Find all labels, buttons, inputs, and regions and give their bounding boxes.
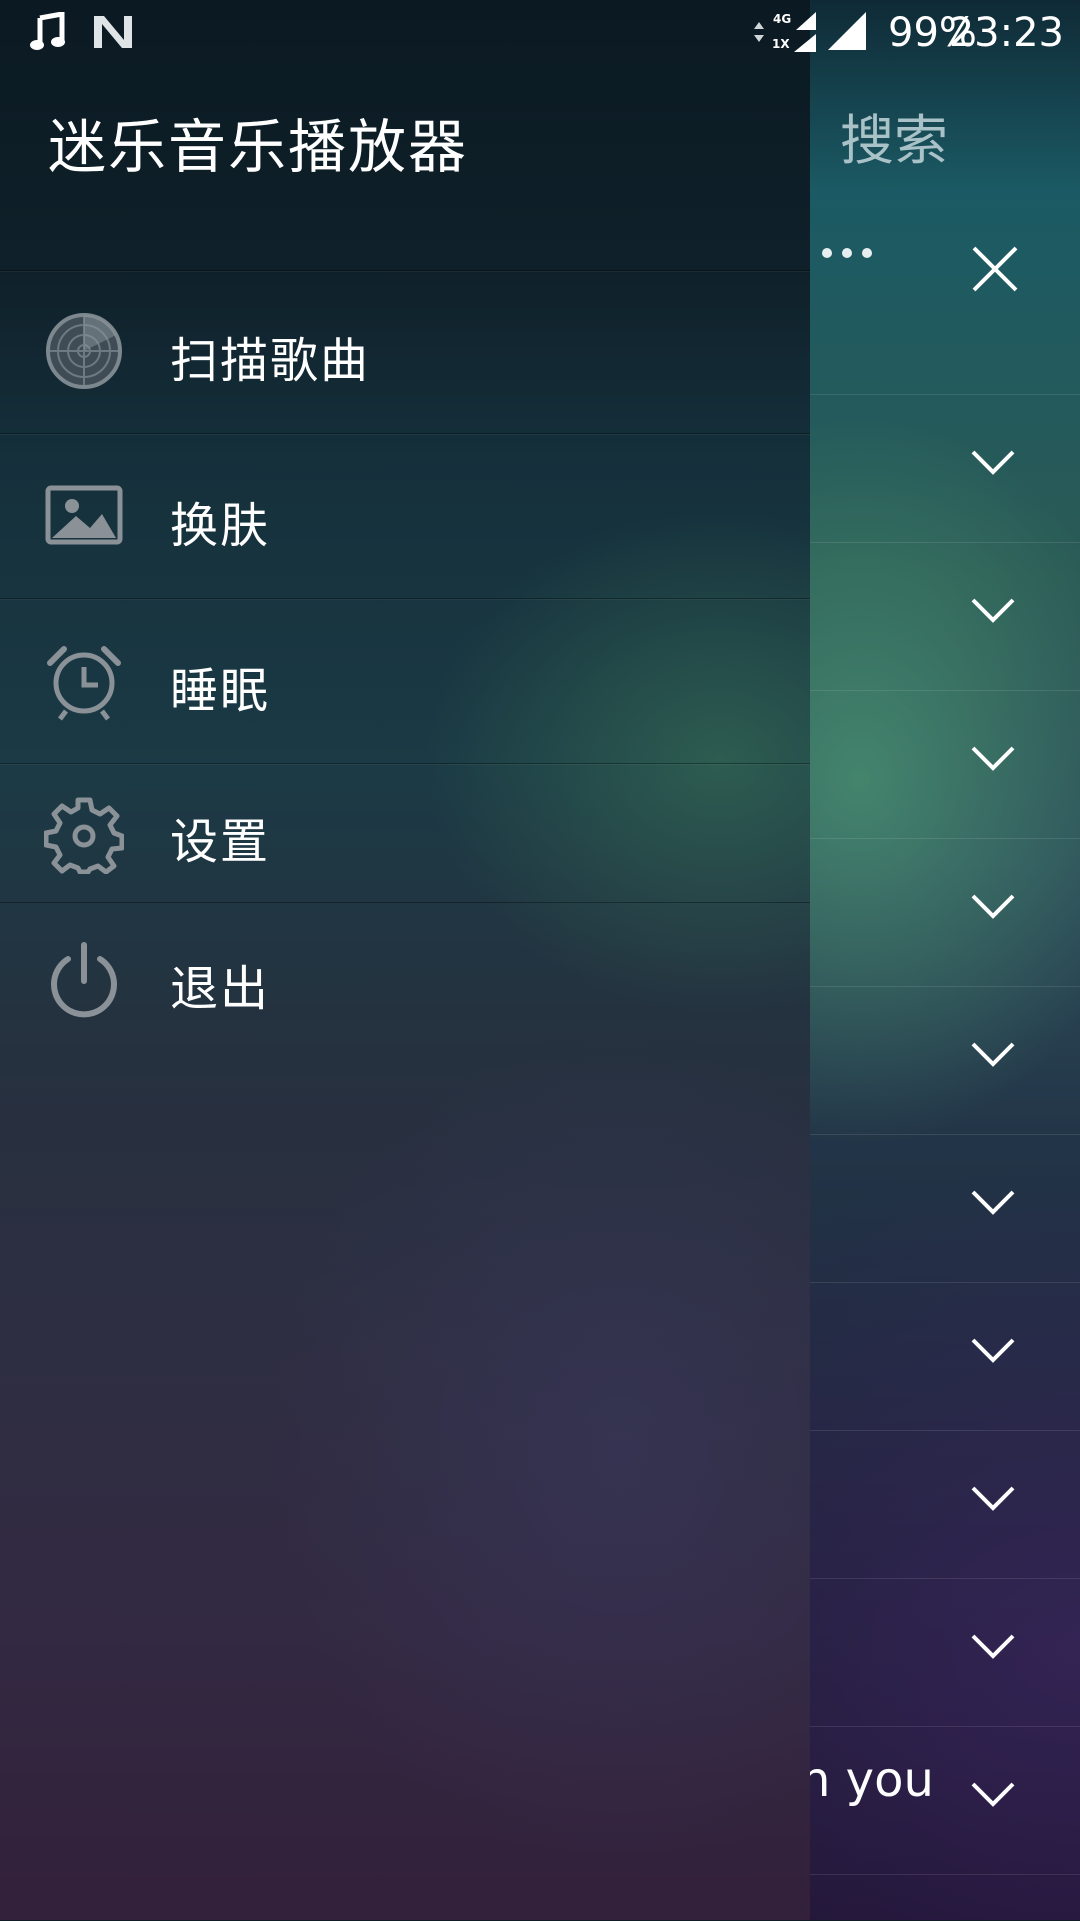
chevron-down-icon[interactable] [970, 1781, 1016, 1807]
chevron-down-icon[interactable] [970, 1041, 1016, 1067]
drawer-menu: 扫描歌曲 换肤 睡眠 设置 退出 [0, 270, 810, 1063]
chevron-down-icon[interactable] [970, 449, 1016, 475]
menu-item-label: 扫描歌曲 [170, 333, 371, 389]
chevron-down-icon[interactable] [970, 597, 1016, 623]
network-type: 4G [773, 12, 792, 26]
song-row[interactable] [810, 986, 1080, 1135]
menu-item-exit[interactable]: 退出 [0, 902, 810, 1063]
power-icon [51, 942, 117, 1018]
song-row[interactable] [810, 542, 1080, 691]
n-logo-icon [94, 16, 132, 48]
song-row[interactable] [810, 1578, 1080, 1727]
song-title-partial: n you [800, 1752, 934, 1808]
song-row[interactable] [810, 690, 1080, 839]
clock: 23:23 [948, 10, 1064, 56]
song-row[interactable] [810, 1430, 1080, 1579]
search-label[interactable]: 搜索 [840, 96, 948, 175]
radar-scan-icon [46, 313, 122, 389]
music-icon [30, 12, 65, 50]
menu-item-label: 睡眠 [170, 663, 271, 719]
status-bar: 4G 1X 99% 23:23 [0, 0, 1080, 64]
signal-icon [794, 12, 816, 52]
chevron-down-icon[interactable] [970, 1633, 1016, 1659]
image-icon [45, 485, 123, 545]
close-icon[interactable] [970, 244, 1020, 294]
menu-item-scan[interactable]: 扫描歌曲 [0, 270, 810, 433]
chevron-down-icon[interactable] [970, 1485, 1016, 1511]
signal-icon [828, 12, 866, 50]
data-arrows-icon [754, 22, 764, 42]
chevron-down-icon[interactable] [970, 893, 1016, 919]
song-row[interactable] [810, 1134, 1080, 1283]
song-row[interactable] [810, 1874, 1080, 1921]
gear-icon [44, 797, 124, 874]
chevron-down-icon[interactable] [970, 1337, 1016, 1363]
menu-item-label: 退出 [170, 961, 271, 1017]
menu-item-label: 设置 [170, 814, 271, 870]
song-row[interactable] [810, 394, 1080, 543]
network-type: 1X [772, 37, 790, 51]
alarm-clock-icon [47, 646, 121, 721]
chevron-down-icon[interactable] [970, 745, 1016, 771]
menu-item-skin[interactable]: 换肤 [0, 433, 810, 598]
song-row[interactable] [810, 838, 1080, 987]
navigation-drawer: 迷乐音乐播放器 扫描歌曲 换肤 睡眠 设置 退出 [0, 0, 810, 1920]
menu-item-sleep[interactable]: 睡眠 [0, 598, 810, 763]
menu-item-settings[interactable]: 设置 [0, 763, 810, 902]
app-title: 迷乐音乐播放器 [48, 113, 469, 181]
menu-item-label: 换肤 [170, 498, 271, 554]
song-row[interactable] [810, 1282, 1080, 1431]
more-dots-icon[interactable] [822, 248, 872, 258]
chevron-down-icon[interactable] [970, 1189, 1016, 1215]
